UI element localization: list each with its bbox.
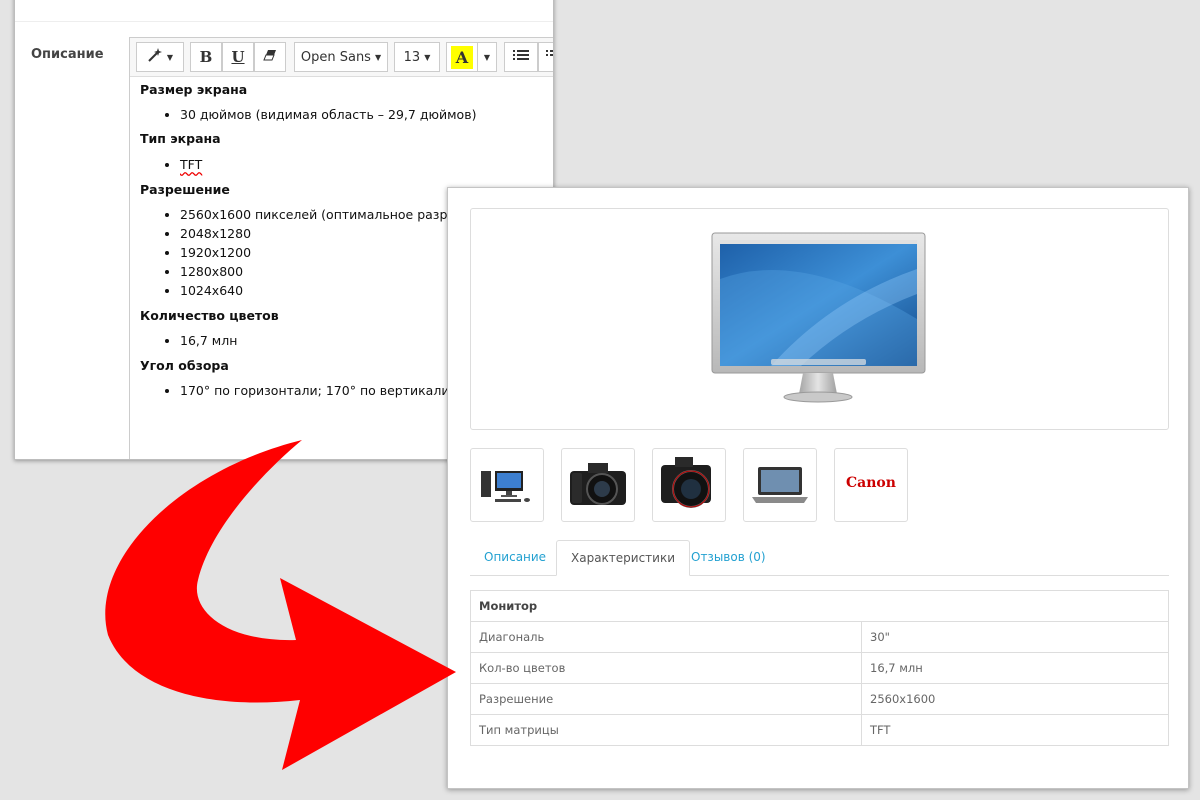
red-curved-arrow-icon [105,440,456,770]
